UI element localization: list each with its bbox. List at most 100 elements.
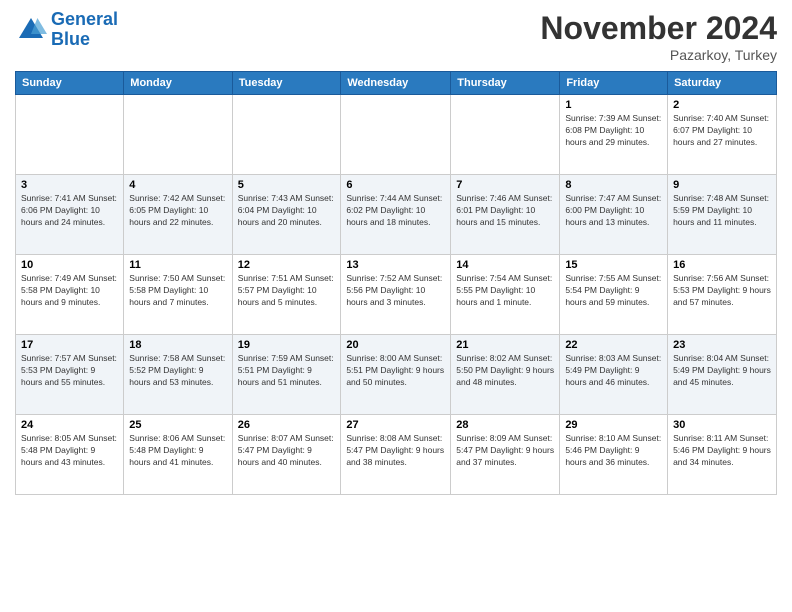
day-info: Sunrise: 8:00 AM Sunset: 5:51 PM Dayligh…: [346, 353, 445, 389]
col-header-tuesday: Tuesday: [232, 72, 341, 95]
day-number: 5: [238, 179, 336, 191]
week-row-4: 17 Sunrise: 7:57 AM Sunset: 5:53 PM Dayli…: [16, 335, 777, 415]
day-number: 22: [565, 339, 662, 351]
col-header-thursday: Thursday: [451, 72, 560, 95]
day-info: Sunrise: 8:06 AM Sunset: 5:48 PM Dayligh…: [129, 433, 226, 469]
day-info: Sunrise: 8:09 AM Sunset: 5:47 PM Dayligh…: [456, 433, 554, 469]
day-cell: 28Sunrise: 8:09 AM Sunset: 5:47 PM Dayli…: [451, 415, 560, 495]
day-number: 3: [21, 179, 118, 191]
day-info: Sunrise: 7:57 AM Sunset: 5:53 PM Dayligh…: [21, 353, 118, 389]
day-info: Sunrise: 8:08 AM Sunset: 5:47 PM Dayligh…: [346, 433, 445, 469]
day-info: Sunrise: 7:56 AM Sunset: 5:53 PM Dayligh…: [673, 273, 771, 309]
day-number: 23: [673, 339, 771, 351]
day-info: Sunrise: 7:42 AM Sunset: 6:05 PM Dayligh…: [129, 193, 226, 229]
day-cell: 5 Sunrise: 7:43 AM Sunset: 6:04 PM Daylig…: [232, 175, 341, 255]
day-cell: 23Sunrise: 8:04 AM Sunset: 5:49 PM Dayli…: [668, 335, 777, 415]
day-cell: 12Sunrise: 7:51 AM Sunset: 5:57 PM Dayli…: [232, 255, 341, 335]
day-cell: 17 Sunrise: 7:57 AM Sunset: 5:53 PM Dayli…: [16, 335, 124, 415]
week-row-5: 24 Sunrise: 8:05 AM Sunset: 5:48 PM Dayli…: [16, 415, 777, 495]
day-cell: 7 Sunrise: 7:46 AM Sunset: 6:01 PM Daylig…: [451, 175, 560, 255]
day-number: 6: [346, 179, 445, 191]
day-info: Sunrise: 8:03 AM Sunset: 5:49 PM Dayligh…: [565, 353, 662, 389]
day-cell: 4 Sunrise: 7:42 AM Sunset: 6:05 PM Daylig…: [124, 175, 232, 255]
week-row-3: 10 Sunrise: 7:49 AM Sunset: 5:58 PM Dayli…: [16, 255, 777, 335]
day-number: 12: [238, 259, 336, 271]
day-cell: 10 Sunrise: 7:49 AM Sunset: 5:58 PM Dayli…: [16, 255, 124, 335]
day-cell: 11 Sunrise: 7:50 AM Sunset: 5:58 PM Dayli…: [124, 255, 232, 335]
day-info: Sunrise: 7:49 AM Sunset: 5:58 PM Dayligh…: [21, 273, 118, 309]
day-info: Sunrise: 7:41 AM Sunset: 6:06 PM Dayligh…: [21, 193, 118, 229]
day-cell: [341, 95, 451, 175]
header-row: SundayMondayTuesdayWednesdayThursdayFrid…: [16, 72, 777, 95]
location-subtitle: Pazarkoy, Turkey: [540, 47, 777, 63]
day-number: 29: [565, 419, 662, 431]
day-number: 16: [673, 259, 771, 271]
logo: General Blue: [15, 10, 118, 50]
day-number: 10: [21, 259, 118, 271]
day-info: Sunrise: 7:52 AM Sunset: 5:56 PM Dayligh…: [346, 273, 445, 309]
day-cell: 8 Sunrise: 7:47 AM Sunset: 6:00 PM Daylig…: [560, 175, 668, 255]
week-row-1: 1 Sunrise: 7:39 AM Sunset: 6:08 PM Daylig…: [16, 95, 777, 175]
day-number: 9: [673, 179, 771, 191]
day-number: 4: [129, 179, 226, 191]
day-info: Sunrise: 7:44 AM Sunset: 6:02 PM Dayligh…: [346, 193, 445, 229]
logo-text: General Blue: [51, 10, 118, 50]
day-cell: 16 Sunrise: 7:56 AM Sunset: 5:53 PM Dayli…: [668, 255, 777, 335]
day-number: 19: [238, 339, 336, 351]
day-cell: 30 Sunrise: 8:11 AM Sunset: 5:46 PM Dayli…: [668, 415, 777, 495]
day-info: Sunrise: 8:07 AM Sunset: 5:47 PM Dayligh…: [238, 433, 336, 469]
day-info: Sunrise: 7:55 AM Sunset: 5:54 PM Dayligh…: [565, 273, 662, 309]
day-cell: [232, 95, 341, 175]
day-info: Sunrise: 8:11 AM Sunset: 5:46 PM Dayligh…: [673, 433, 771, 469]
day-info: Sunrise: 7:58 AM Sunset: 5:52 PM Dayligh…: [129, 353, 226, 389]
day-info: Sunrise: 7:46 AM Sunset: 6:01 PM Dayligh…: [456, 193, 554, 229]
day-number: 17: [21, 339, 118, 351]
day-cell: 29 Sunrise: 8:10 AM Sunset: 5:46 PM Dayli…: [560, 415, 668, 495]
title-block: November 2024 Pazarkoy, Turkey: [540, 10, 777, 63]
day-cell: 3 Sunrise: 7:41 AM Sunset: 6:06 PM Daylig…: [16, 175, 124, 255]
day-number: 11: [129, 259, 226, 271]
day-cell: 2Sunrise: 7:40 AM Sunset: 6:07 PM Daylig…: [668, 95, 777, 175]
day-info: Sunrise: 7:59 AM Sunset: 5:51 PM Dayligh…: [238, 353, 336, 389]
day-number: 13: [346, 259, 445, 271]
day-info: Sunrise: 7:47 AM Sunset: 6:00 PM Dayligh…: [565, 193, 662, 229]
day-cell: 1 Sunrise: 7:39 AM Sunset: 6:08 PM Daylig…: [560, 95, 668, 175]
day-number: 14: [456, 259, 554, 271]
header: General Blue November 2024 Pazarkoy, Tur…: [15, 10, 777, 63]
col-header-wednesday: Wednesday: [341, 72, 451, 95]
day-cell: 20 Sunrise: 8:00 AM Sunset: 5:51 PM Dayli…: [341, 335, 451, 415]
day-cell: 13 Sunrise: 7:52 AM Sunset: 5:56 PM Dayli…: [341, 255, 451, 335]
day-info: Sunrise: 7:39 AM Sunset: 6:08 PM Dayligh…: [565, 113, 662, 149]
day-info: Sunrise: 7:50 AM Sunset: 5:58 PM Dayligh…: [129, 273, 226, 309]
day-number: 8: [565, 179, 662, 191]
col-header-monday: Monday: [124, 72, 232, 95]
page: General Blue November 2024 Pazarkoy, Tur…: [0, 0, 792, 505]
day-info: Sunrise: 7:43 AM Sunset: 6:04 PM Dayligh…: [238, 193, 336, 229]
day-number: 27: [346, 419, 445, 431]
day-cell: 15Sunrise: 7:55 AM Sunset: 5:54 PM Dayli…: [560, 255, 668, 335]
day-info: Sunrise: 8:10 AM Sunset: 5:46 PM Dayligh…: [565, 433, 662, 469]
day-number: 30: [673, 419, 771, 431]
day-cell: 27 Sunrise: 8:08 AM Sunset: 5:47 PM Dayli…: [341, 415, 451, 495]
day-info: Sunrise: 8:02 AM Sunset: 5:50 PM Dayligh…: [456, 353, 554, 389]
day-cell: 22 Sunrise: 8:03 AM Sunset: 5:49 PM Dayli…: [560, 335, 668, 415]
day-number: 1: [565, 99, 662, 111]
day-cell: 19 Sunrise: 7:59 AM Sunset: 5:51 PM Dayli…: [232, 335, 341, 415]
day-cell: [16, 95, 124, 175]
day-number: 24: [21, 419, 118, 431]
day-number: 2: [673, 99, 771, 111]
day-cell: 26Sunrise: 8:07 AM Sunset: 5:47 PM Dayli…: [232, 415, 341, 495]
calendar-table: SundayMondayTuesdayWednesdayThursdayFrid…: [15, 71, 777, 495]
week-row-2: 3 Sunrise: 7:41 AM Sunset: 6:06 PM Daylig…: [16, 175, 777, 255]
month-title: November 2024: [540, 10, 777, 47]
day-cell: 18Sunrise: 7:58 AM Sunset: 5:52 PM Dayli…: [124, 335, 232, 415]
day-cell: [451, 95, 560, 175]
day-cell: 6 Sunrise: 7:44 AM Sunset: 6:02 PM Daylig…: [341, 175, 451, 255]
day-info: Sunrise: 7:48 AM Sunset: 5:59 PM Dayligh…: [673, 193, 771, 229]
day-number: 20: [346, 339, 445, 351]
day-info: Sunrise: 8:05 AM Sunset: 5:48 PM Dayligh…: [21, 433, 118, 469]
day-number: 7: [456, 179, 554, 191]
day-cell: 24 Sunrise: 8:05 AM Sunset: 5:48 PM Dayli…: [16, 415, 124, 495]
day-number: 21: [456, 339, 554, 351]
col-header-sunday: Sunday: [16, 72, 124, 95]
